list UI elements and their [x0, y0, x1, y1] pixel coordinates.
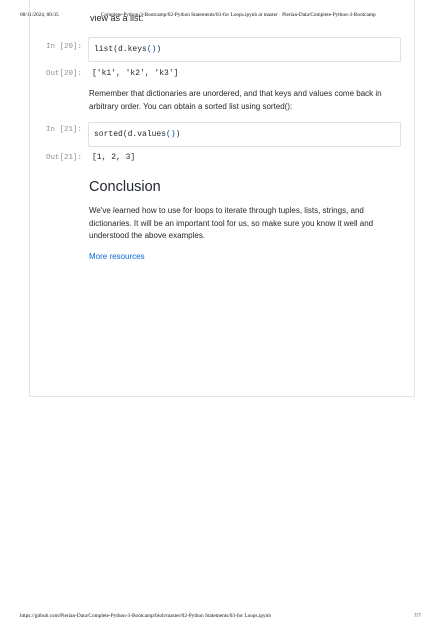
output-21: [1, 2, 3]: [92, 153, 136, 162]
print-footer-page: 7/7: [414, 613, 421, 619]
code-text-21: sorted(d.values()): [94, 130, 181, 139]
conclusion-text: We've learned how to use for loops to it…: [89, 206, 374, 240]
code-cell-21[interactable]: sorted(d.values()): [88, 122, 401, 147]
code-cell-20[interactable]: list(d.keys()): [88, 37, 401, 62]
conclusion-heading: Conclusion: [89, 179, 161, 195]
markdown-sorted-note: Remember that dictionaries are unordered…: [89, 89, 382, 111]
in-prompt-21: In [21]:: [46, 126, 83, 134]
out-prompt-21: Out[21]:: [46, 154, 83, 162]
print-footer-url: https://github.com/Pierian-Data/Complete…: [20, 613, 271, 619]
code-text-20: list(d.keys()): [94, 45, 162, 54]
out-prompt-20: Out[20]:: [46, 70, 83, 78]
more-resources-link[interactable]: More resources: [89, 252, 145, 261]
output-20: ['k1', 'k2', 'k3']: [92, 69, 179, 78]
in-prompt-20: In [20]:: [46, 43, 83, 51]
clipped-markdown-text: view as a list:: [90, 15, 144, 23]
